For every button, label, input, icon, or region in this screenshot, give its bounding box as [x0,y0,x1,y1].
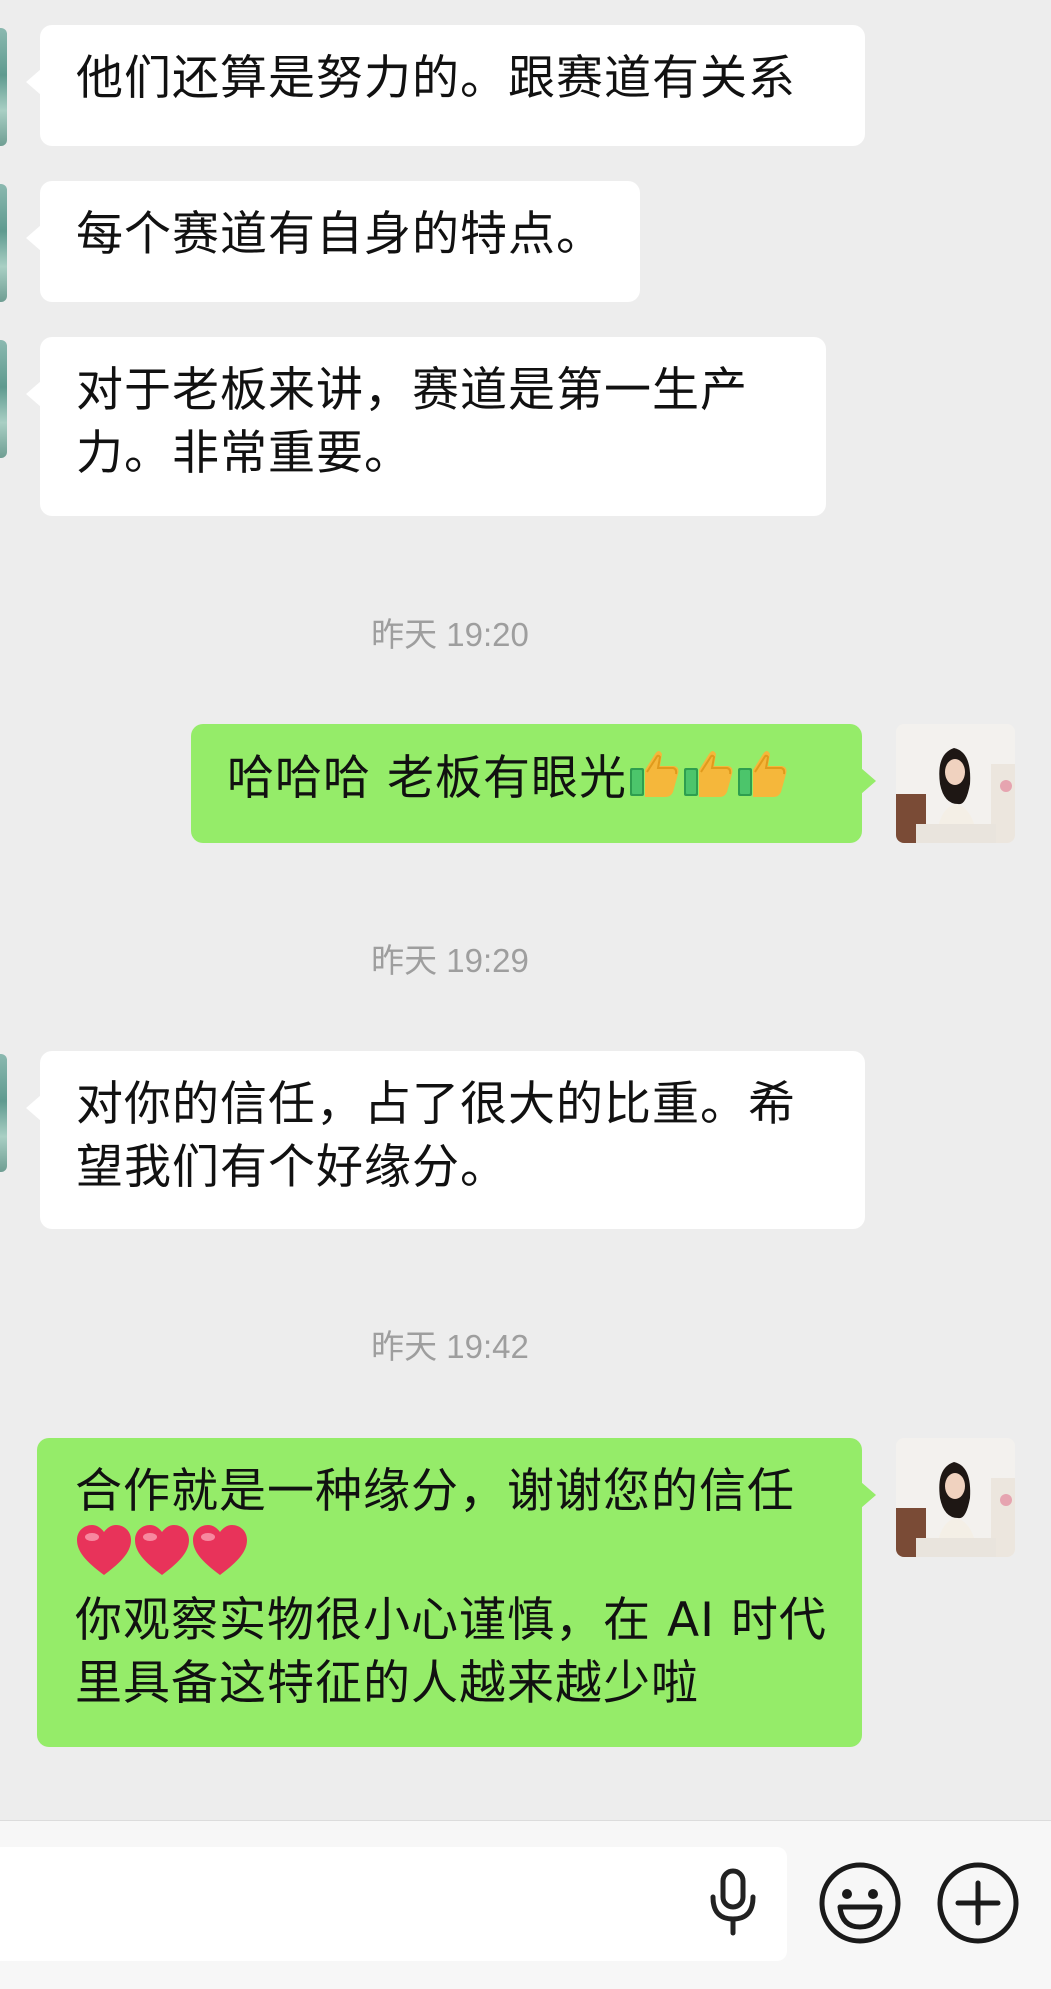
message-text: 哈哈哈 老板有眼光 [227,751,627,806]
timestamp: 昨天 19:29 [371,942,529,979]
message-text: 合作就是一种缘分，谢谢您的信任 [75,1464,795,1519]
thumbs-up-icon [737,751,787,797]
microphone-icon[interactable] [704,1867,762,1937]
message-text: 对于老板来讲，赛道是第一生产 [76,363,748,418]
incoming-message[interactable]: 对你的信任，占了很大的比重。希 望我们有个好缘分。 [26,1051,865,1229]
user-avatar-image [896,724,1015,843]
user-avatar[interactable] [896,1438,1015,1557]
message-text: 每个赛道有自身的特点。 [76,207,604,262]
message-text: 他们还算是努力的。跟赛道有关系 [76,51,796,106]
smiley-face-icon[interactable] [818,1861,902,1945]
contact-avatar[interactable] [0,1054,7,1172]
message-text: 望我们有个好缘分。 [76,1140,508,1195]
outgoing-message[interactable]: 哈哈哈 老板有眼光 [191,724,876,843]
red-heart-icon [77,1525,131,1575]
plus-circle-icon[interactable] [936,1861,1020,1945]
message-text: 力。非常重要。 [76,426,412,481]
chat-input-bar [0,1820,1051,1989]
incoming-message[interactable]: 他们还算是努力的。跟赛道有关系 [26,25,865,146]
timestamp: 昨天 19:42 [371,1328,529,1365]
incoming-message[interactable]: 每个赛道有自身的特点。 [26,181,640,302]
contact-avatar[interactable] [0,184,7,302]
outgoing-message[interactable]: 合作就是一种缘分，谢谢您的信任 你观察实物很小心谨慎，在 AI 时代 里具备这特… [37,1438,876,1747]
incoming-message[interactable]: 对于老板来讲，赛道是第一生产 力。非常重要。 [26,337,826,516]
message-text: 里具备这特征的人越来越少啦 [75,1656,699,1711]
red-heart-icon [135,1525,189,1575]
message-text: 对你的信任，占了很大的比重。希 [76,1077,796,1132]
contact-avatar[interactable] [0,340,7,458]
message-input[interactable] [0,1847,787,1961]
user-avatar[interactable] [896,724,1015,843]
red-heart-icon [193,1525,247,1575]
thumbs-up-icon [629,751,679,797]
timestamp: 昨天 19:20 [371,616,529,653]
message-hearts [75,1523,826,1589]
thumbs-up-icon [683,751,733,797]
message-text: 你观察实物很小心谨慎，在 AI 时代 [75,1593,827,1648]
user-avatar-image [896,1438,1015,1557]
contact-avatar[interactable] [0,28,7,146]
